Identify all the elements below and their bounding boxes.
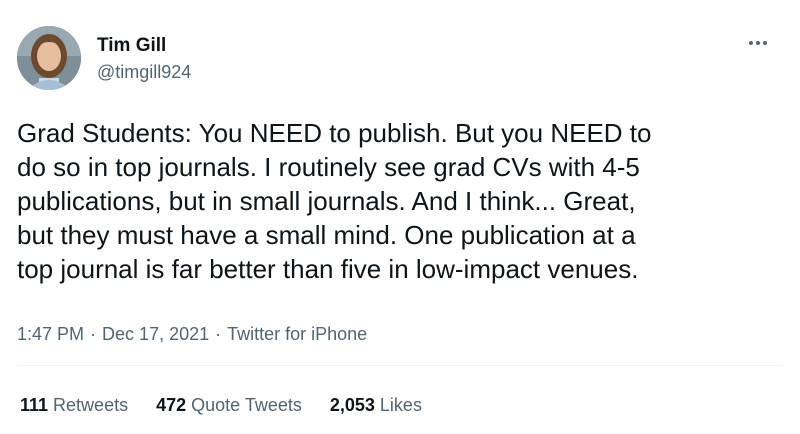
quote-tweets-count: 472 bbox=[156, 395, 187, 415]
quote-tweets-label: Quote Tweets bbox=[191, 395, 302, 415]
tweet-time[interactable]: 1:47 PM bbox=[17, 324, 84, 344]
retweets-stat[interactable]: 111 Retweets bbox=[20, 393, 128, 417]
tweet-stats: 111 Retweets 472 Quote Tweets 2,053 Likes bbox=[20, 393, 422, 417]
user-handle[interactable]: @timgill924 bbox=[97, 60, 191, 84]
profile-photo-icon bbox=[17, 26, 81, 90]
display-name[interactable]: Tim Gill bbox=[97, 34, 191, 58]
tweet-source[interactable]: Twitter for iPhone bbox=[227, 324, 367, 344]
meta-separator: · bbox=[90, 324, 97, 344]
likes-count: 2,053 bbox=[329, 395, 375, 415]
retweets-count: 111 bbox=[20, 395, 49, 415]
ellipsis-icon bbox=[749, 41, 767, 45]
tweet-text: Grad Students: You NEED to publish. But … bbox=[17, 118, 652, 284]
quote-tweets-stat[interactable]: 472 Quote Tweets bbox=[156, 393, 302, 417]
tweet-card: Tim Gill @timgill924 Grad Students: You … bbox=[0, 0, 800, 434]
likes-stat[interactable]: 2,053 Likes bbox=[330, 393, 422, 417]
author-info: Tim Gill @timgill924 bbox=[97, 34, 191, 84]
likes-label: Likes bbox=[379, 395, 422, 415]
retweets-label: Retweets bbox=[53, 395, 129, 415]
more-options-button[interactable] bbox=[746, 34, 770, 52]
meta-separator: · bbox=[215, 324, 222, 344]
tweet-date[interactable]: Dec 17, 2021 bbox=[102, 324, 209, 344]
divider bbox=[17, 365, 783, 366]
avatar[interactable] bbox=[17, 26, 81, 90]
tweet-meta: 1:47 PM · Dec 17, 2021 · Twitter for iPhone bbox=[17, 322, 367, 346]
